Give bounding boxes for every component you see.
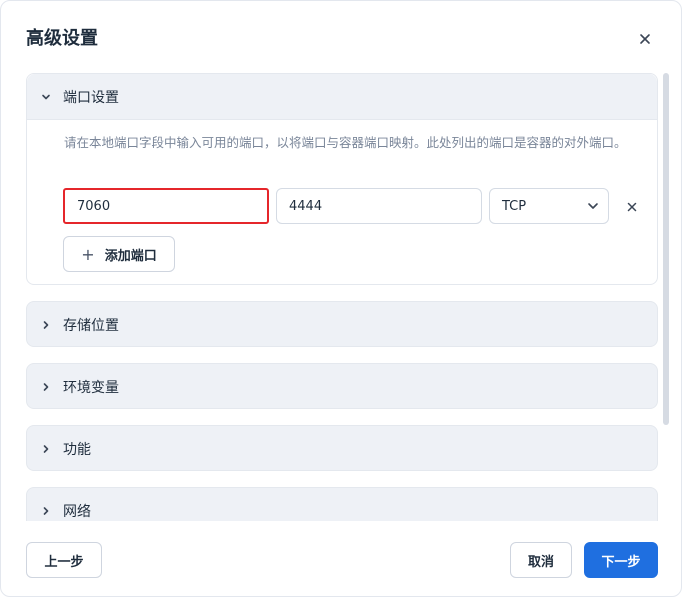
plus-icon: + [81, 244, 95, 264]
cancel-button[interactable]: 取消 [510, 542, 572, 578]
ports-description: 请在本地端口字段中输入可用的端口，以将端口与容器端口映射。此处列出的端口是容器的… [64, 135, 627, 150]
add-port-label: 添加端口 [104, 248, 157, 264]
chevron-right-icon [39, 504, 53, 518]
section-ports-label: 端口设置 [63, 89, 119, 106]
next-button-label: 下一步 [601, 554, 641, 570]
next-button[interactable]: 下一步 [584, 542, 658, 578]
local-port-input[interactable]: 7060 [63, 188, 269, 224]
scrollbar[interactable] [663, 73, 669, 425]
local-port-value: 7060 [77, 198, 111, 214]
chevron-right-icon [39, 318, 53, 332]
protocol-select[interactable]: TCP [489, 188, 609, 224]
protocol-value: TCP [502, 198, 527, 214]
cancel-button-label: 取消 [527, 554, 554, 570]
section-env-label: 环境变量 [63, 380, 119, 396]
close-icon [639, 30, 651, 49]
section-ports: 端口设置 请在本地端口字段中输入可用的端口，以将端口与容器端口映射。此处列出的端… [26, 73, 658, 285]
section-features-label: 功能 [63, 442, 91, 458]
section-ports-header[interactable]: 端口设置 [27, 74, 657, 120]
dialog-title: 高级设置 [26, 28, 98, 49]
section-storage[interactable]: 存储位置 [26, 301, 658, 347]
close-icon [627, 197, 637, 216]
section-features[interactable]: 功能 [26, 425, 658, 471]
close-button[interactable] [631, 27, 659, 51]
chevron-down-icon [586, 199, 600, 213]
section-network-label: 网络 [63, 504, 91, 520]
prev-button-label: 上一步 [44, 554, 84, 570]
advanced-settings-dialog: 高级设置 端口设置 请在本地端口字段中输入可用的端口，以将端口与容器端口映射。此… [0, 0, 682, 597]
prev-button[interactable]: 上一步 [26, 542, 102, 578]
section-env-header[interactable]: 环境变量 [27, 364, 657, 410]
section-storage-header[interactable]: 存储位置 [27, 302, 657, 348]
section-storage-label: 存储位置 [63, 318, 119, 334]
container-port-value: 4444 [289, 198, 323, 214]
section-network-header[interactable]: 网络 [27, 488, 657, 521]
chevron-right-icon [39, 380, 53, 394]
section-network[interactable]: 网络 [26, 487, 658, 521]
section-features-header[interactable]: 功能 [27, 426, 657, 472]
container-port-input[interactable]: 4444 [276, 188, 482, 224]
chevron-down-icon [39, 90, 53, 104]
remove-port-button[interactable] [622, 196, 642, 216]
section-env[interactable]: 环境变量 [26, 363, 658, 409]
chevron-right-icon [39, 442, 53, 456]
add-port-button[interactable]: + 添加端口 [63, 236, 175, 272]
